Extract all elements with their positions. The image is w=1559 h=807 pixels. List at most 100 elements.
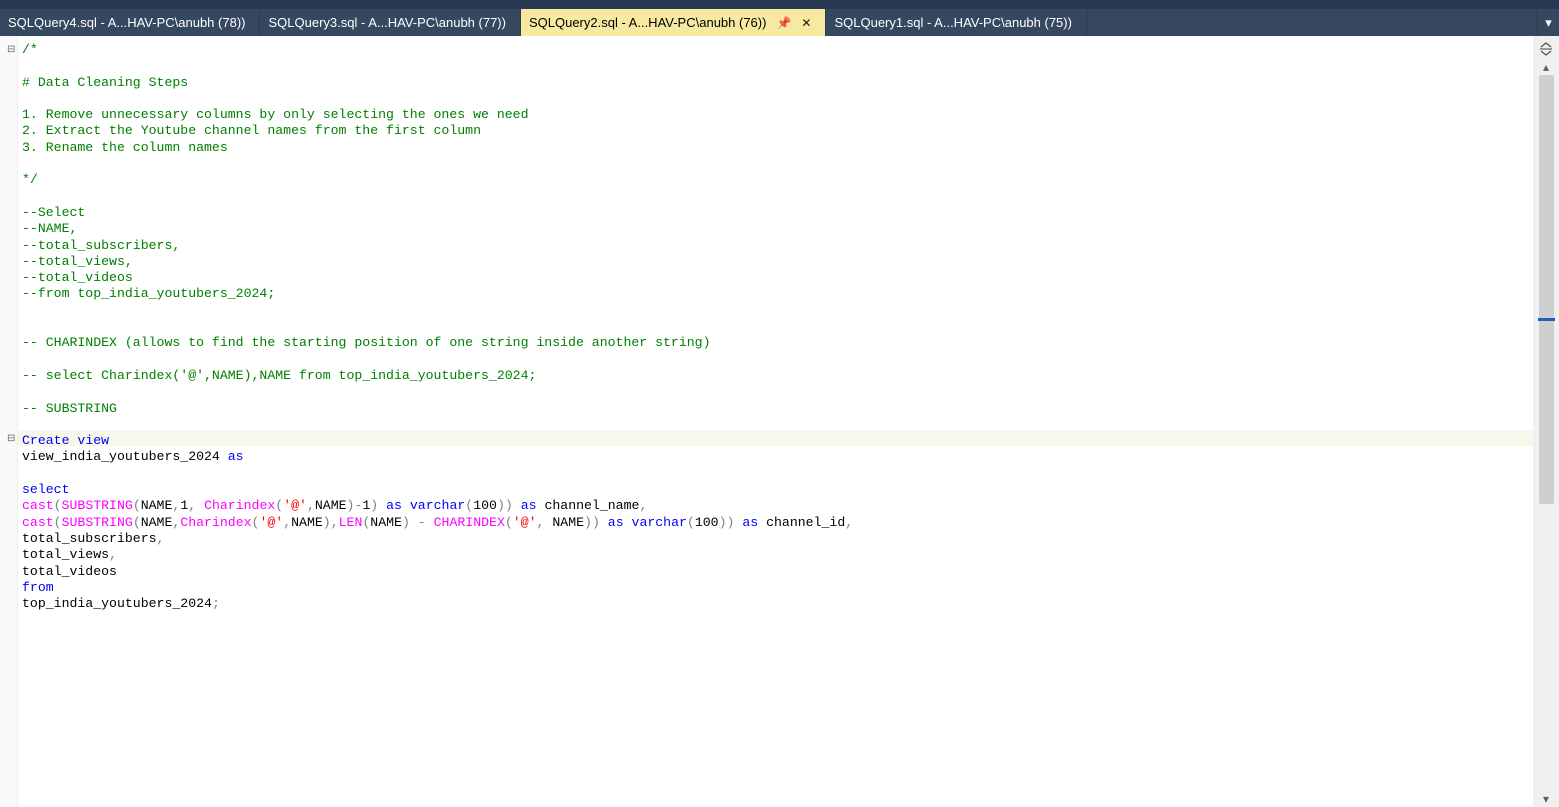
triangle-down-icon: ▾ [1543,792,1549,806]
token: ( [133,498,141,513]
window-top-accent [0,0,1559,9]
code-line: --total_views, [22,254,1529,270]
token: LEN [339,515,363,530]
code-line: total_videos [22,564,1529,580]
code-line: top_india_youtubers_2024; [22,596,1529,612]
split-view-button[interactable] [1537,40,1555,58]
token: cast [22,498,54,513]
fold-toggle-icon[interactable]: ⊟ [7,431,15,447]
fold-toggle-icon[interactable]: ⊟ [7,42,15,58]
token: view_india_youtubers_2024 [22,449,228,464]
token: select [22,482,69,497]
token: NAME [141,515,173,530]
tabbar-overflow-button[interactable]: ▾ [1537,9,1559,36]
editor-right-rail: ▴ ▾ [1533,36,1559,807]
token: NAME [552,515,584,530]
code-line: */ [22,172,1529,188]
scroll-down-button[interactable]: ▾ [1538,790,1555,807]
token: as [521,498,537,513]
code-line: cast(SUBSTRING(NAME,1, Charindex('@',NAM… [22,498,1529,514]
comment-text: 2. Extract the Youtube channel names fro… [22,123,481,138]
triangle-up-icon: ▴ [1543,60,1549,74]
token: , [283,515,291,530]
token: 100 [695,515,719,530]
token: NAME [315,498,347,513]
token: , [537,515,553,530]
token [513,498,521,513]
token: , [845,515,853,530]
token: varchar [410,498,465,513]
comment-text: # Data Cleaning Steps [22,75,188,90]
token: NAME [141,498,173,513]
token: channel_name [537,498,640,513]
code-line: select [22,482,1529,498]
comment-text: --total_subscribers, [22,238,180,253]
token: )) [719,515,735,530]
code-line: --NAME, [22,221,1529,237]
comment-text: */ [22,172,38,187]
document-tab[interactable]: SQLQuery1.sql - A...HAV-PC\anubh (75)) [826,9,1086,36]
document-tab[interactable]: SQLQuery3.sql - A...HAV-PC\anubh (77)) [260,9,520,36]
token [402,498,410,513]
token: ( [54,515,62,530]
code-line [22,303,1529,319]
token: Charindex [204,498,275,513]
document-tab-active[interactable]: SQLQuery2.sql - A...HAV-PC\anubh (76)) 📌 ✕ [521,9,827,36]
token: NAME [291,515,323,530]
scroll-position-marker [1538,318,1555,321]
token: )) [584,515,600,530]
code-line: 1. Remove unnecessary columns by only se… [22,107,1529,123]
tab-label: SQLQuery2.sql - A...HAV-PC\anubh (76)) [529,15,766,30]
token: CHARINDEX [434,515,505,530]
code-line: 3. Rename the column names [22,140,1529,156]
close-icon[interactable]: ✕ [801,16,811,30]
token: Charindex [180,515,251,530]
comment-text: --NAME, [22,221,77,236]
chevron-down-icon: ▾ [1545,15,1552,31]
token: ) [402,515,410,530]
token: SUBSTRING [62,498,133,513]
code-line [22,58,1529,74]
sql-editor[interactable]: /* # Data Cleaning Steps 1. Remove unnec… [18,36,1533,807]
token: ( [133,515,141,530]
pin-icon[interactable]: 📌 [776,16,791,30]
token: as [228,449,244,464]
token: total_views [22,547,109,562]
scroll-thumb[interactable] [1539,75,1554,504]
comment-text: -- SUBSTRING [22,401,117,416]
token: ( [505,515,513,530]
token: '@' [259,515,283,530]
scroll-track[interactable] [1538,75,1555,790]
token: total_subscribers [22,531,157,546]
comment-text: -- CHARINDEX (allows to find the startin… [22,335,711,350]
token: , [639,498,647,513]
code-line: --Select [22,205,1529,221]
token: )) [497,498,513,513]
token: view [77,433,109,448]
code-line: --total_subscribers, [22,238,1529,254]
token: cast [22,515,54,530]
code-line [22,91,1529,107]
code-line: -- select Charindex('@',NAME),NAME from … [22,368,1529,384]
token: total_videos [22,564,117,579]
editor-workspace: ⊟ ⊟ /* # Data Cleaning Steps 1. Remove u… [0,36,1559,807]
token: as [386,498,402,513]
token: from [22,580,54,595]
code-line: --total_videos [22,270,1529,286]
scroll-up-button[interactable]: ▴ [1538,58,1555,75]
tabbar-spacer [1087,9,1537,36]
token: SUBSTRING [62,515,133,530]
vertical-scrollbar[interactable]: ▴ ▾ [1538,58,1555,807]
code-line: 2. Extract the Youtube channel names fro… [22,123,1529,139]
token: top_india_youtubers_2024 [22,596,212,611]
editor-gutter: ⊟ ⊟ [0,36,18,807]
token: ), [323,515,339,530]
document-tab[interactable]: SQLQuery4.sql - A...HAV-PC\anubh (78)) [0,9,260,36]
code-line: -- SUBSTRING [22,401,1529,417]
split-icon [1539,42,1553,56]
token: , [188,498,204,513]
code-line [22,352,1529,368]
code-line: cast(SUBSTRING(NAME,Charindex('@',NAME),… [22,515,1529,531]
token: NAME [370,515,402,530]
comment-text: 3. Rename the column names [22,140,228,155]
